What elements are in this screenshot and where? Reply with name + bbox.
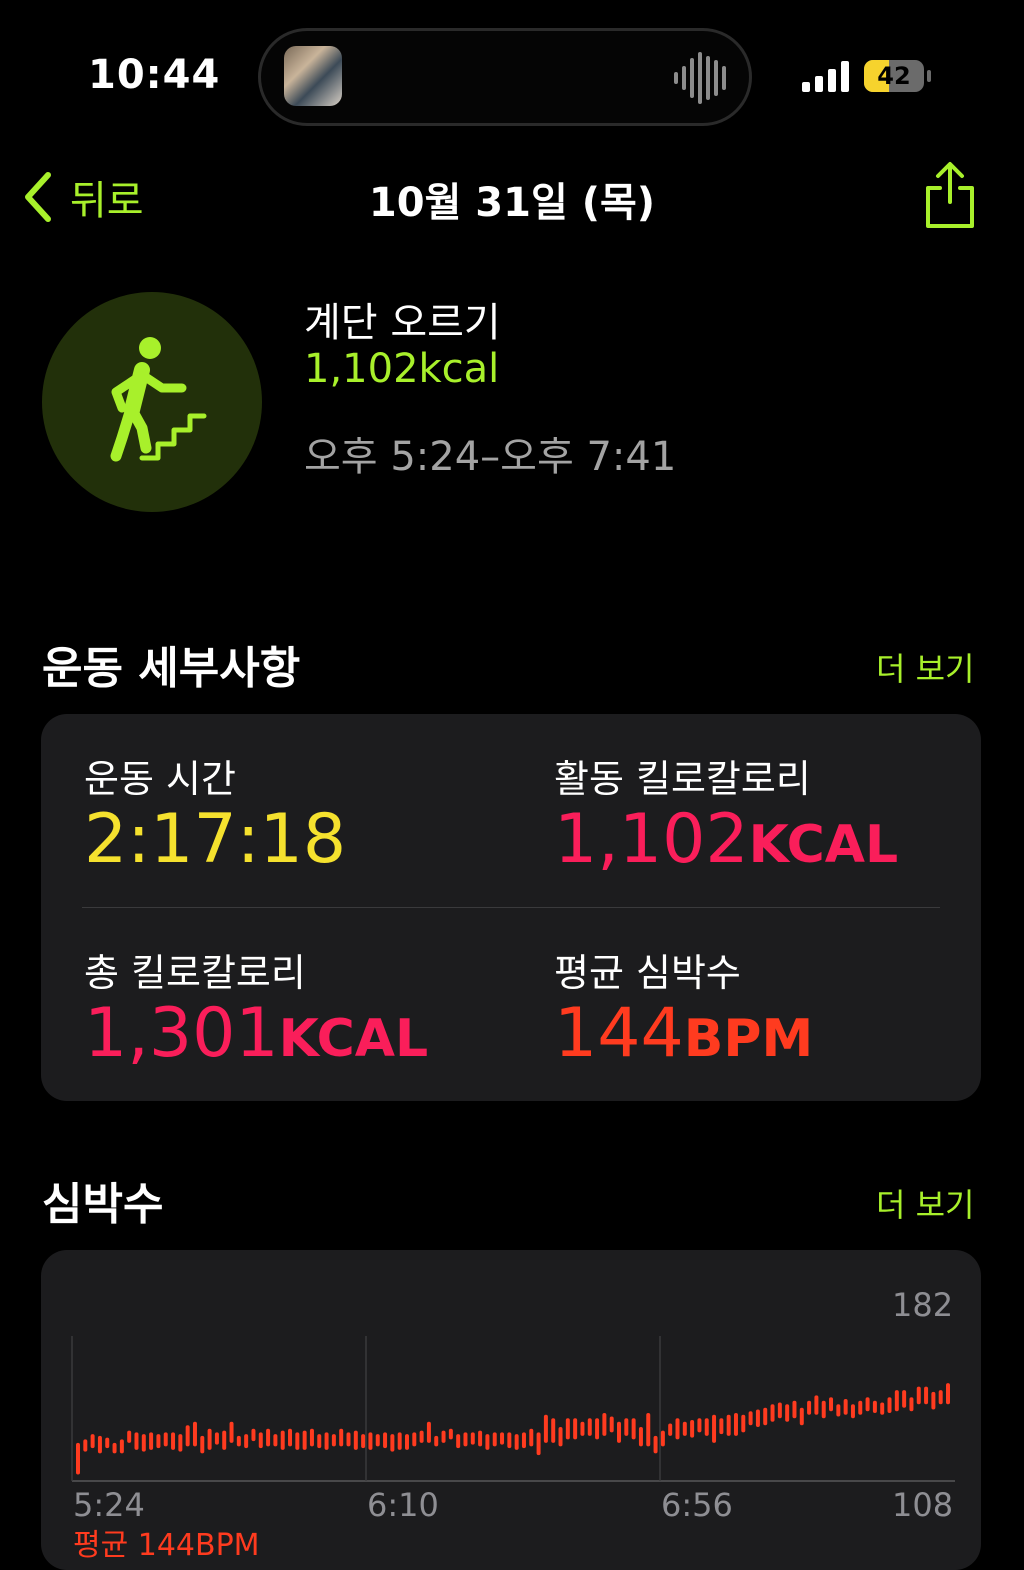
page-title: 10월 31일 (목): [368, 180, 656, 226]
dynamic-island[interactable]: [258, 28, 752, 126]
metric-value-active-kcal: 1,102KCAL: [554, 806, 898, 874]
metric-value-total-kcal: 1,301KCAL: [84, 1000, 428, 1068]
cellular-signal-icon: [802, 61, 849, 92]
heart-rate-average: 평균 144BPM: [73, 1528, 260, 1563]
x-tick: 6:56: [661, 1486, 733, 1524]
details-section-title: 운동 세부사항: [42, 643, 301, 694]
card-divider: [82, 907, 940, 908]
metric-label-total-kcal: 총 킬로칼로리: [84, 951, 306, 995]
battery-icon: 42: [864, 58, 934, 94]
metric-unit: KCAL: [748, 815, 899, 875]
metric-unit: BPM: [683, 1009, 814, 1069]
metric-label-duration: 운동 시간: [84, 757, 236, 801]
metric-label-avg-heart-rate: 평균 심박수: [554, 951, 741, 995]
metric-number: 1,102: [554, 800, 749, 879]
workout-calories: 1,102kcal: [304, 346, 500, 392]
metric-value-duration: 2:17:18: [84, 806, 346, 874]
y-tick-min: 108: [892, 1486, 954, 1524]
metric-number: 2:17:18: [84, 800, 347, 879]
metric-label-active-kcal: 활동 킬로칼로리: [554, 757, 811, 801]
heart-rate-more-link[interactable]: 더 보기: [876, 1180, 975, 1226]
metric-unit: KCAL: [278, 1009, 429, 1069]
status-time: 10:44: [88, 52, 221, 98]
workout-name: 계단 오르기: [304, 300, 501, 346]
workout-time-range: 오후 5:24–오후 7:41: [304, 434, 677, 480]
x-tick: 5:24: [73, 1486, 145, 1524]
audio-waveform-icon: [674, 52, 726, 104]
stair-climbing-icon: [42, 292, 262, 512]
x-tick: 6:10: [367, 1486, 439, 1524]
y-tick-max: 182: [892, 1286, 954, 1324]
heart-rate-section-title: 심박수: [42, 1179, 164, 1230]
metric-value-avg-heart-rate: 144BPM: [554, 1000, 813, 1068]
metric-number: 144: [554, 994, 684, 1073]
battery-level: 42: [877, 62, 911, 90]
details-more-link[interactable]: 더 보기: [876, 644, 975, 690]
metric-number: 1,301: [84, 994, 279, 1073]
share-icon[interactable]: [920, 160, 980, 232]
media-artwork: [284, 46, 342, 106]
